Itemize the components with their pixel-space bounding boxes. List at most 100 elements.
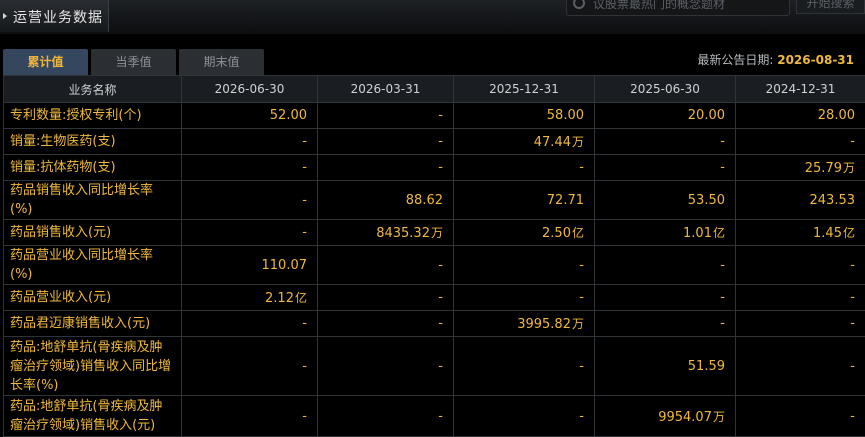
- cell-value: -: [438, 160, 443, 175]
- search-icon: [573, 0, 585, 9]
- caret-right-icon: [3, 13, 7, 19]
- cell-value: -: [302, 225, 307, 240]
- cell-value: -: [720, 290, 725, 305]
- column-header[interactable]: 2025-12-31: [454, 76, 595, 103]
- tab-period-end[interactable]: 期末值: [179, 49, 264, 75]
- cell-value: 28.00: [818, 108, 855, 123]
- search-box[interactable]: [566, 0, 790, 16]
- cell-value: -: [302, 193, 307, 208]
- search-button[interactable]: 开始搜索: [796, 0, 865, 14]
- table-row: 专利数量:授权专利(个)52.00-58.0020.0028.00: [4, 103, 865, 129]
- table-cell: -: [318, 311, 454, 337]
- latest-announcement: 最新公告日期: 2026-08-31: [697, 51, 854, 68]
- table-cell: -: [595, 246, 736, 285]
- table-cell: -: [595, 311, 736, 337]
- cell-value: -: [850, 316, 855, 331]
- column-header[interactable]: 2026-03-31: [318, 76, 454, 103]
- table-cell: -: [182, 155, 318, 181]
- cell-unit: 亿: [572, 226, 584, 240]
- cell-value: -: [850, 359, 855, 374]
- cell-value: 110.07: [262, 258, 308, 273]
- table-cell: -: [454, 246, 595, 285]
- cell-value: 2.50: [542, 226, 571, 241]
- announcement-date-label: 最新公告日期:: [697, 53, 773, 67]
- table-row: 药品:地舒单抗(骨疾病及肿瘤治疗领域)销售收入(元)---9954.07万-: [4, 396, 865, 437]
- cell-unit: 万: [431, 226, 443, 240]
- table-cell: -: [736, 129, 865, 155]
- table-cell: -: [595, 155, 736, 181]
- cell-value: 25.79: [805, 161, 842, 176]
- cell-value: -: [850, 409, 855, 424]
- table-cell: -: [182, 311, 318, 337]
- row-label: 销量:生物医药(支): [4, 129, 182, 155]
- row-label: 专利数量:授权专利(个): [4, 103, 182, 129]
- cell-value: 47.44: [534, 135, 571, 150]
- table-cell: -: [182, 396, 318, 437]
- column-header[interactable]: 2025-06-30: [595, 76, 736, 103]
- search-input[interactable]: [591, 0, 785, 13]
- cell-value: 8435.32: [376, 226, 430, 241]
- cell-value: 2.12: [265, 291, 294, 306]
- table-cell: 28.00: [736, 103, 865, 129]
- table-cell: -: [736, 285, 865, 311]
- row-label: 药品:地舒单抗(骨疾病及肿瘤治疗领域)销售收入同比增长率(%): [4, 337, 182, 396]
- cell-value: -: [302, 409, 307, 424]
- cell-value: -: [720, 316, 725, 331]
- table-cell: 52.00: [182, 103, 318, 129]
- table-cell: 1.01亿: [595, 220, 736, 246]
- cell-value: 51.59: [688, 359, 725, 374]
- table-cell: 58.00: [454, 103, 595, 129]
- table-row: 销量:抗体药物(支)----25.79万: [4, 155, 865, 181]
- business-data-table: 业务名称 2026-06-30 2026-03-31 2025-12-31 20…: [3, 75, 865, 437]
- table-cell: -: [318, 285, 454, 311]
- cell-value: -: [850, 290, 855, 305]
- tab-cumulative[interactable]: 累计值: [3, 49, 88, 75]
- cell-value: -: [302, 160, 307, 175]
- table-cell: -: [736, 337, 865, 396]
- table-cell: 72.71: [454, 181, 595, 220]
- column-header[interactable]: 2024-12-31: [736, 76, 865, 103]
- table-cell: -: [595, 129, 736, 155]
- table-cell: -: [182, 129, 318, 155]
- announcement-date-value: 2026-08-31: [777, 53, 854, 67]
- table-cell: -: [318, 246, 454, 285]
- table-cell: 3995.82万: [454, 311, 595, 337]
- row-label: 药品营业收入同比增长率(%): [4, 246, 182, 285]
- cell-value: -: [850, 258, 855, 273]
- table-cell: -: [454, 285, 595, 311]
- header-bar: 运营业务数据 开始搜索: [0, 0, 865, 34]
- table-cell: 8435.32万: [318, 220, 454, 246]
- table-cell: -: [318, 396, 454, 437]
- cell-value: -: [302, 134, 307, 149]
- table-cell: -: [736, 396, 865, 437]
- table-cell: 2.12亿: [182, 285, 318, 311]
- cell-unit: 万: [713, 410, 725, 424]
- cell-unit: 亿: [713, 226, 725, 240]
- cell-value: -: [438, 290, 443, 305]
- table-cell: -: [595, 285, 736, 311]
- tab-quarterly[interactable]: 当季值: [91, 49, 176, 75]
- cell-value: -: [579, 258, 584, 273]
- cell-value: -: [302, 359, 307, 374]
- row-label: 销量:抗体药物(支): [4, 155, 182, 181]
- table-cell: -: [454, 396, 595, 437]
- cell-unit: 万: [572, 135, 584, 149]
- column-header[interactable]: 2026-06-30: [182, 76, 318, 103]
- column-header[interactable]: 业务名称: [4, 76, 182, 103]
- cell-value: -: [720, 134, 725, 149]
- cell-value: 52.00: [270, 108, 307, 123]
- row-label: 药品:地舒单抗(骨疾病及肿瘤治疗领域)销售收入(元): [4, 396, 182, 437]
- table-row: 药品:地舒单抗(骨疾病及肿瘤治疗领域)销售收入同比增长率(%)---51.59-: [4, 337, 865, 396]
- table-cell: 1.45亿: [736, 220, 865, 246]
- cell-value: 9954.07: [658, 410, 712, 425]
- row-label: 药品君迈康销售收入(元): [4, 311, 182, 337]
- section-title-tab: 运营业务数据: [0, 0, 109, 32]
- table-cell: -: [182, 337, 318, 396]
- table-row: 药品营业收入(元)2.12亿----: [4, 285, 865, 311]
- table-cell: 25.79万: [736, 155, 865, 181]
- cell-value: -: [438, 409, 443, 424]
- cell-value: -: [302, 316, 307, 331]
- table-cell: -: [736, 246, 865, 285]
- cell-value: 1.01: [683, 226, 712, 241]
- table-row: 药品销售收入(元)-8435.32万2.50亿1.01亿1.45亿: [4, 220, 865, 246]
